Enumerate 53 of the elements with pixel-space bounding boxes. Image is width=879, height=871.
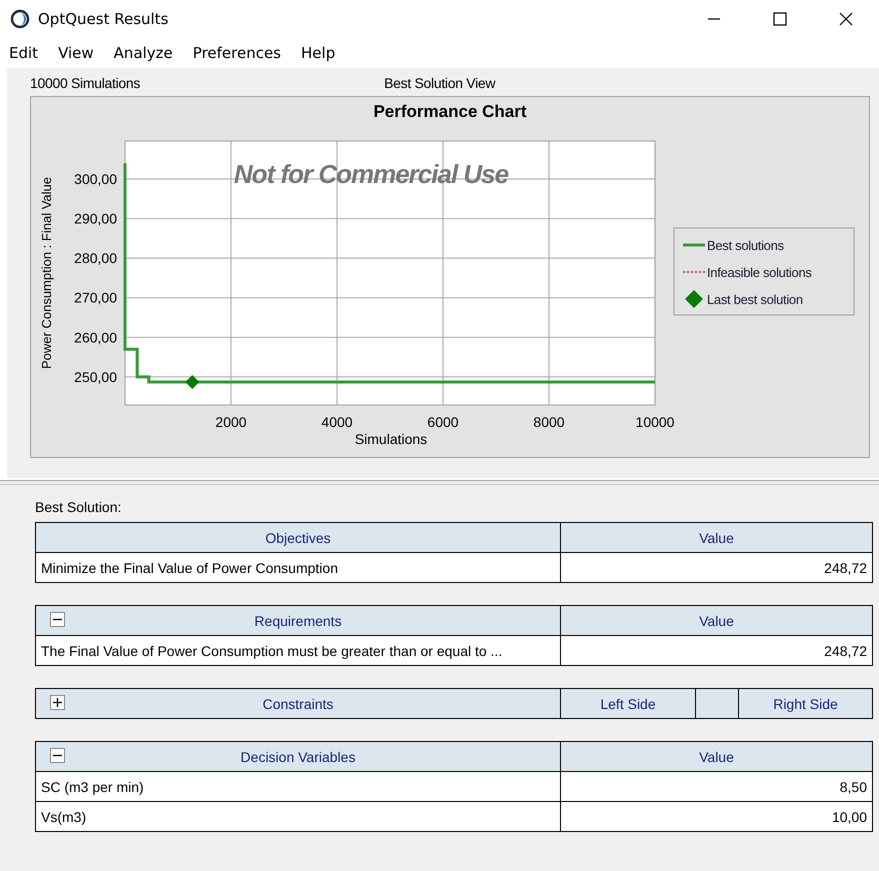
best-solution-label: Best Solution: xyxy=(35,499,122,515)
collapse-button[interactable] xyxy=(50,748,65,763)
table-cell: Minimize the Final Value of Power Consumption xyxy=(36,553,561,583)
column-header: Value xyxy=(561,523,873,553)
column-header: Constraints xyxy=(36,689,561,719)
y-axis-label: Power Consumption : Final Value xyxy=(39,177,54,369)
y-tick-label: 280,00 xyxy=(74,250,117,266)
menu-item[interactable]: Analyze xyxy=(108,44,179,62)
menu-item[interactable]: Preferences xyxy=(186,44,288,62)
menu-item[interactable]: Help xyxy=(295,44,342,62)
y-tick-label: 270,00 xyxy=(74,290,117,306)
table-cell: SC (m3 per min) xyxy=(36,772,561,802)
column-header: Value xyxy=(561,742,873,772)
simulation-count: 10000 Simulations xyxy=(30,75,140,91)
table-cell: 248,72 xyxy=(561,636,873,666)
column-header: Decision Variables xyxy=(36,742,561,772)
x-tick-label: 2000 xyxy=(215,414,247,430)
column-header: Left Side xyxy=(561,689,696,719)
legend-label: Last best solution xyxy=(707,292,803,307)
y-tick-label: 290,00 xyxy=(74,210,117,227)
diamond-marker xyxy=(185,375,200,390)
legend-label: Infeasible solutions xyxy=(707,265,812,280)
expand-button[interactable] xyxy=(50,695,65,710)
menu-item[interactable]: Edit xyxy=(3,44,44,62)
window-title: OptQuest Results xyxy=(38,10,168,28)
close-icon xyxy=(839,12,853,26)
column-header: Requirements xyxy=(36,606,561,636)
table-cell: 8,50 xyxy=(561,772,873,802)
y-tick-label: 250,00 xyxy=(74,368,117,385)
table-cell: The Final Value of Power Consumption must be greater than or equal to ... xyxy=(36,636,561,666)
column-header: Objectives xyxy=(36,523,561,553)
table-cell: 10,00 xyxy=(561,802,873,832)
y-tick-label: 260,00 xyxy=(74,329,117,346)
x-axis-label: Simulations xyxy=(354,431,428,447)
maximize-icon xyxy=(773,12,787,26)
column-header: Value xyxy=(561,606,873,636)
chart-title: Performance Chart xyxy=(372,101,528,123)
legend-diamond-icon xyxy=(685,290,703,308)
plus-icon xyxy=(52,697,63,708)
x-tick-label: 10000 xyxy=(636,414,674,430)
table-cell: Vs(m3) xyxy=(36,802,561,832)
app-logo-icon xyxy=(10,9,30,29)
x-tick-label: 4000 xyxy=(321,414,353,430)
collapse-button[interactable] xyxy=(50,612,65,627)
x-tick-label: 6000 xyxy=(427,414,459,430)
column-header: Right Side xyxy=(739,689,873,719)
legend-label: Best solutions xyxy=(707,238,784,253)
view-title: Best Solution View xyxy=(384,75,496,91)
table-cell: 248,72 xyxy=(561,553,873,583)
legend-line-icon xyxy=(683,244,705,246)
x-tick-label: 8000 xyxy=(533,414,565,430)
y-tick-label: 300,00 xyxy=(74,171,117,187)
menu-item[interactable]: View xyxy=(52,44,100,62)
